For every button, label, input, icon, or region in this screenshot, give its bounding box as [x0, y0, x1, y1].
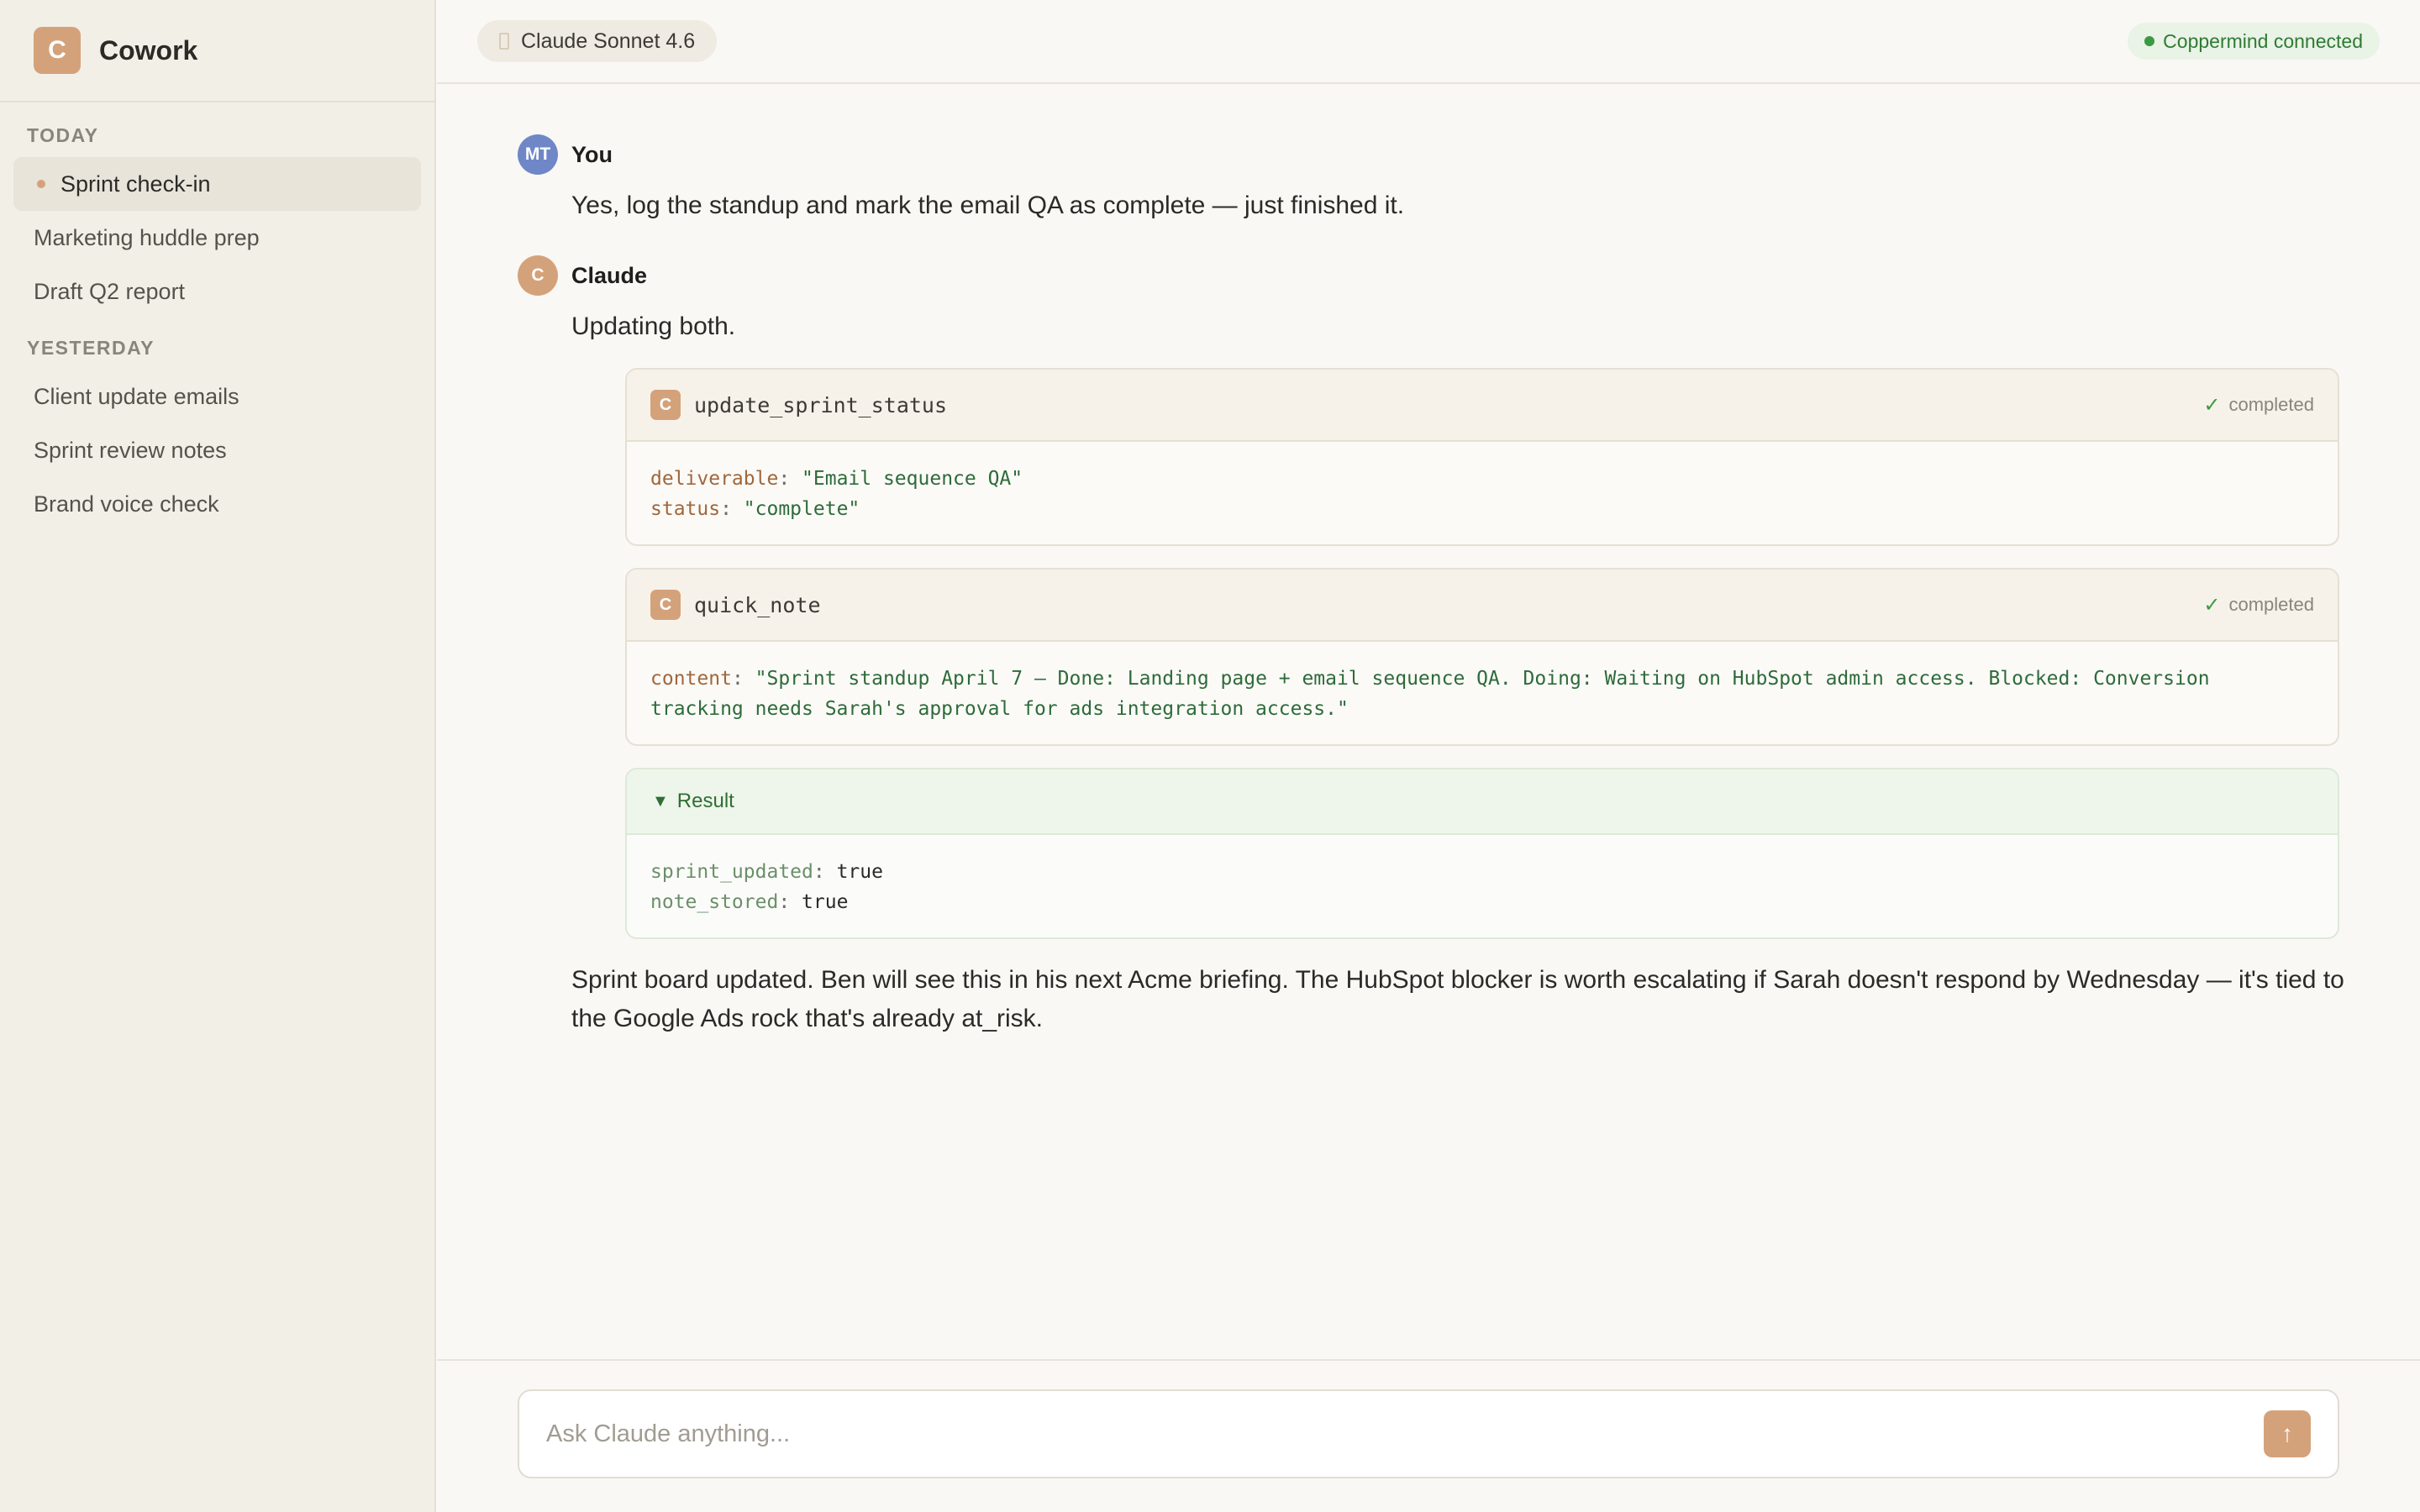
- user-avatar: MT: [518, 134, 558, 175]
- tool-call-args: content: "Sprint standup April 7 — Done:…: [627, 642, 2338, 744]
- sidebar-item-label: Client update emails: [34, 383, 239, 409]
- message-text: Yes, log the standup and mark the email …: [571, 192, 1405, 219]
- tool-call-card: C update_sprint_status ✓ completed deliv…: [625, 368, 2339, 546]
- result-line: sprint_updated: true: [650, 861, 883, 883]
- arg-value: "Email sequence QA": [802, 468, 1023, 490]
- send-button[interactable]: ↑: [2264, 1410, 2311, 1457]
- active-dot-icon: [37, 180, 45, 188]
- tool-call-header[interactable]: C update_sprint_status ✓ completed: [627, 370, 2338, 442]
- sidebar-item-label: Brand voice check: [34, 491, 219, 517]
- section-label-today: TODAY: [27, 124, 99, 146]
- sidebar-item-brand-voice-check[interactable]: Brand voice check: [13, 477, 421, 531]
- app-logo-icon: C: [34, 27, 81, 74]
- conversation-list-today: Sprint check-in Marketing huddle prep Dr…: [0, 147, 434, 318]
- result-label: Result: [676, 790, 734, 812]
- arg-value: "Sprint standup April 7 — Done: Landing …: [650, 668, 2210, 720]
- message-text: Sprint board updated. Ben will see this …: [571, 966, 2344, 1032]
- sidebar-item-sprint-review-notes[interactable]: Sprint review notes: [13, 423, 421, 477]
- user-message: MT You Yes, log the standup and mark the…: [518, 134, 2339, 225]
- result-fields: sprint_updated: true note_stored: true: [627, 835, 2338, 937]
- assistant-avatar: C: [518, 255, 558, 296]
- status-dot-icon: [2144, 36, 2155, 46]
- tool-result-card: ▼ Result sprint_updated: true note_store…: [625, 768, 2339, 939]
- arg-key: deliverable: [650, 468, 779, 490]
- composer-area: ↑: [437, 1359, 2420, 1512]
- sidebar-item-label: Marketing huddle prep: [34, 224, 260, 250]
- result-value: true: [836, 861, 883, 883]
- model-icon: [499, 33, 509, 50]
- sidebar: C Cowork TODAY Sprint check-in Marketing…: [0, 0, 436, 1512]
- arg-key: status: [650, 498, 721, 520]
- check-icon: ✓: [2203, 393, 2221, 417]
- sidebar-item-label: Sprint review notes: [34, 437, 227, 463]
- result-value: true: [802, 891, 849, 913]
- tool-status-text: completed: [2228, 394, 2314, 415]
- tool-status-text: completed: [2228, 594, 2314, 615]
- message-header: MT You: [518, 134, 2339, 175]
- tool-status: ✓ completed: [2203, 593, 2314, 617]
- sidebar-item-sprint-check-in[interactable]: Sprint check-in: [13, 157, 421, 211]
- tool-call-card: C quick_note ✓ completed content: "Sprin…: [625, 568, 2339, 746]
- assistant-message: C Claude Updating both. C update_sprint_…: [518, 255, 2344, 1038]
- arg-line: content: "Sprint standup April 7 — Done:…: [650, 668, 2210, 720]
- chat-thread: MT You Yes, log the standup and mark the…: [518, 134, 2344, 1038]
- tool-name: quick_note: [694, 592, 821, 617]
- tool-name: update_sprint_status: [694, 392, 948, 417]
- check-icon: ✓: [2203, 593, 2221, 617]
- sidebar-item-draft-q2-report[interactable]: Draft Q2 report: [13, 265, 421, 318]
- result-key: note_stored: [650, 891, 779, 913]
- result-key: sprint_updated: [650, 861, 813, 883]
- tool-icon: C: [650, 590, 681, 620]
- model-selector[interactable]: Claude Sonnet 4.6: [477, 20, 718, 62]
- message-header: C Claude: [518, 255, 2339, 296]
- tool-icon: C: [650, 390, 681, 420]
- app-name: Cowork: [99, 34, 198, 66]
- top-bar: Claude Sonnet 4.6 Coppermind connected: [437, 0, 2420, 84]
- main-panel: Claude Sonnet 4.6 Coppermind connected M…: [437, 0, 2420, 1512]
- message-author: You: [571, 141, 613, 167]
- tool-call-args: deliverable: "Email sequence QA" status:…: [627, 442, 2338, 544]
- brand: C Cowork: [0, 0, 434, 102]
- tool-status: ✓ completed: [2203, 393, 2314, 417]
- arg-line: deliverable: "Email sequence QA": [650, 468, 1023, 490]
- connection-status-text: Coppermind connected: [2163, 29, 2363, 52]
- arg-value: "complete": [743, 498, 860, 520]
- result-line: note_stored: true: [650, 891, 849, 913]
- caret-down-icon: ▼: [652, 791, 669, 811]
- connection-status-badge: Coppermind connected: [2128, 23, 2380, 60]
- message-text: Updating both.: [571, 312, 736, 340]
- arg-key: content: [650, 668, 732, 690]
- sidebar-item-label: Draft Q2 report: [34, 278, 186, 304]
- message-input[interactable]: [546, 1420, 2264, 1448]
- result-toggle[interactable]: ▼ Result: [627, 769, 2338, 835]
- section-label-yesterday: YESTERDAY: [27, 337, 155, 359]
- sidebar-item-label: Sprint check-in: [60, 171, 211, 197]
- conversation-list-yesterday: Client update emails Sprint review notes…: [0, 360, 434, 531]
- tool-call-header[interactable]: C quick_note ✓ completed: [627, 570, 2338, 642]
- sidebar-item-marketing-huddle-prep[interactable]: Marketing huddle prep: [13, 211, 421, 265]
- composer: ↑: [518, 1389, 2339, 1478]
- sidebar-item-client-update-emails[interactable]: Client update emails: [13, 370, 421, 423]
- model-label: Claude Sonnet 4.6: [521, 29, 696, 53]
- arg-line: status: "complete": [650, 498, 860, 520]
- message-author: Claude: [571, 262, 648, 288]
- arrow-up-icon: ↑: [2281, 1420, 2293, 1446]
